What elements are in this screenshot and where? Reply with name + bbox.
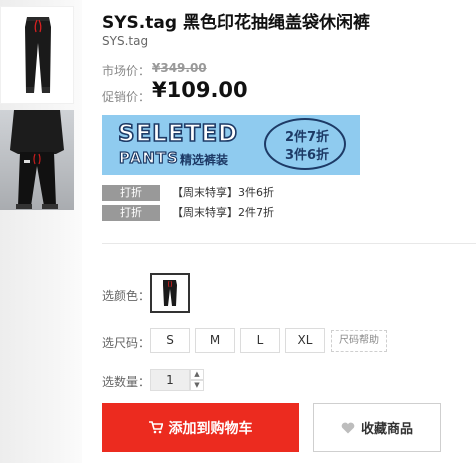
size-label: 选尺码： [102,336,151,350]
size-option-s[interactable]: S [150,328,190,353]
banner-subheadline: PANTS [118,148,179,167]
size-option-l[interactable]: L [240,328,280,353]
promo-tag: 打折 [102,205,160,221]
cart-icon [148,421,163,434]
banner-offer-line-1: 2件7折 [284,130,330,145]
size-help-link[interactable]: 尺码帮助 [331,330,387,352]
size-option-xl[interactable]: XL [285,328,325,353]
promo-tag: 打折 [102,185,160,201]
quantity-increase-button[interactable]: ▲ [190,369,204,380]
quantity-input[interactable]: 1 [150,369,190,391]
sale-price: ¥109.00 [152,78,248,102]
quantity-decrease-button[interactable]: ▼ [190,380,204,391]
heart-icon [341,422,355,433]
section-divider [102,243,476,244]
banner-offer-line-2: 3件6折 [284,148,330,163]
product-thumbnail-1[interactable] [0,6,74,104]
favorite-label: 收藏商品 [360,422,413,437]
market-price-label: 市场价： [102,64,151,78]
product-title: SYS.tag 黑色印花抽绳盖袋休闲裤 [102,13,370,33]
sale-price-label: 促销价： [102,90,151,104]
chevron-up-icon: ▲ [194,370,200,378]
promo-text: 【周末特享】2件7折 [172,206,274,219]
model-photo-image [10,110,64,209]
color-label: 选颜色： [102,289,151,303]
market-price: ¥349.00 [152,61,207,75]
chevron-down-icon: ▼ [194,381,200,389]
brand-name[interactable]: SYS.tag [102,34,148,48]
add-to-cart-label: 添加到购物车 [168,420,253,437]
favorite-button[interactable]: 收藏商品 [313,403,441,452]
size-option-m[interactable]: M [195,328,235,353]
pants-front-image [25,17,51,93]
banner-headline: SELETED [117,120,239,148]
banner-caption: 精选裤装 [180,153,229,167]
quantity-label: 选数量： [102,375,151,389]
color-option-black[interactable] [150,273,190,313]
promo-text: 【周末特享】3件6折 [172,186,274,199]
add-to-cart-button[interactable]: 添加到购物车 [102,403,299,452]
product-thumbnail-2[interactable] [0,110,74,210]
promo-banner[interactable]: SELETED PANTS 精选裤装 2件7折 3件6折 [102,115,360,175]
pants-swatch-image [163,280,177,306]
